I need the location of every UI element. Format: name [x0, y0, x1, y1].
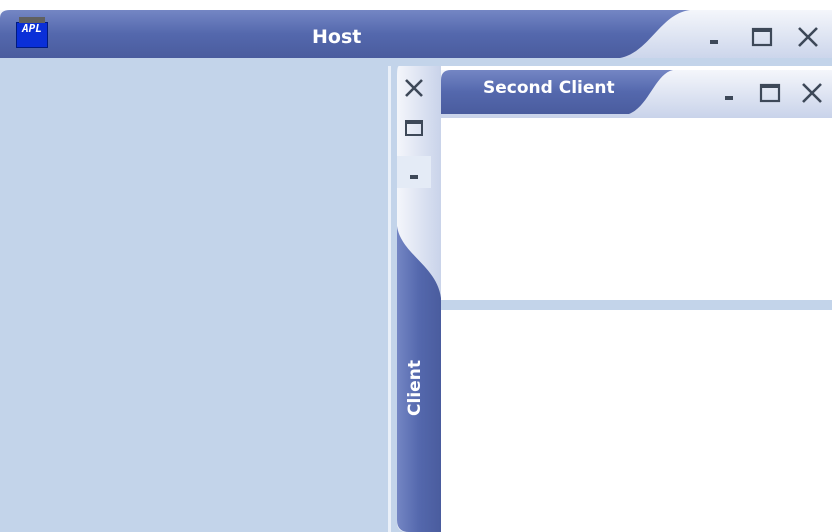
- host-minimize-button[interactable]: [700, 22, 730, 52]
- client-tab-close-button[interactable]: [397, 72, 431, 104]
- app-icon-text: APL: [22, 22, 42, 35]
- second-client-close-button[interactable]: [797, 78, 827, 108]
- maximize-icon: [759, 83, 781, 103]
- second-client-bottom-pane[interactable]: [441, 310, 832, 532]
- client-tab-minimize-button[interactable]: [397, 156, 431, 188]
- minimize-icon: [710, 40, 718, 44]
- client-tab-maximize-button[interactable]: [397, 112, 431, 144]
- left-pane[interactable]: [8, 62, 388, 532]
- client-tab[interactable]: Client: [387, 66, 441, 532]
- host-window: APL Host Client Second Client: [0, 0, 832, 532]
- maximize-icon: [751, 27, 773, 47]
- minimize-icon: [410, 175, 418, 179]
- app-icon-badge: [19, 17, 45, 23]
- host-titlebar[interactable]: APL Host: [0, 0, 832, 62]
- minimize-icon: [725, 96, 733, 100]
- client-tab-label: Client: [405, 360, 426, 416]
- close-icon: [798, 27, 818, 47]
- second-client-splitter[interactable]: [441, 300, 832, 310]
- second-client-titlebar[interactable]: Second Client: [441, 66, 832, 118]
- second-client-window: Second Client: [441, 66, 832, 532]
- close-icon: [802, 83, 822, 103]
- host-maximize-button[interactable]: [747, 22, 777, 52]
- client-tab-label-wrap: Client: [399, 340, 431, 436]
- close-icon: [405, 79, 423, 97]
- app-icon: APL: [16, 17, 48, 48]
- second-client-title: Second Client: [483, 78, 615, 98]
- host-close-button[interactable]: [793, 22, 823, 52]
- second-client-minimize-button[interactable]: [715, 78, 745, 108]
- host-title: Host: [312, 26, 362, 48]
- second-client-maximize-button[interactable]: [755, 78, 785, 108]
- maximize-icon: [405, 120, 423, 136]
